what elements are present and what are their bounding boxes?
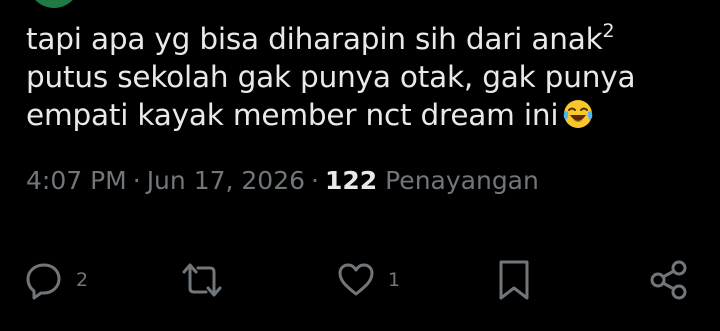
- tweet-text-line: empati kayak member nct dream ini: [26, 96, 706, 134]
- bookmark-button[interactable]: [496, 258, 532, 302]
- tweet-text-line-1: tapi apa yg bisa diharapin sih dari anak: [26, 22, 603, 56]
- tweet-text-line-2: putus sekolah gak punya otak, gak punya: [26, 60, 636, 94]
- tweet-text-line: tapi apa yg bisa diharapin sih dari anak…: [26, 20, 706, 58]
- reply-icon: [24, 260, 64, 300]
- bookmark-icon: [496, 259, 532, 301]
- meta-separator: ·: [132, 166, 141, 195]
- reply-button[interactable]: 2: [24, 258, 88, 302]
- views-label: Penayangan: [385, 166, 539, 195]
- heart-icon: [336, 260, 376, 300]
- meta-separator: ·: [311, 166, 319, 195]
- reply-count: 2: [76, 269, 89, 291]
- tweet-text: tapi apa yg bisa diharapin sih dari anak…: [26, 20, 706, 134]
- tweet-time[interactable]: 4:07 PM: [26, 166, 127, 195]
- face-with-tears-of-joy-icon: [562, 98, 594, 130]
- tweet-detail: tapi apa yg bisa diharapin sih dari anak…: [0, 0, 720, 331]
- share-button[interactable]: [648, 258, 690, 302]
- share-icon: [648, 259, 690, 301]
- action-bar: 2 1: [0, 258, 720, 302]
- tweet-text-line-3: empati kayak member nct dream ini: [26, 98, 559, 132]
- retweet-button[interactable]: [180, 258, 236, 302]
- retweet-icon: [180, 260, 224, 300]
- like-button[interactable]: 1: [336, 258, 400, 302]
- avatar[interactable]: [28, 0, 80, 8]
- views-count: 122: [324, 166, 378, 195]
- superscript-two: 2: [602, 20, 615, 42]
- like-count: 1: [388, 269, 401, 291]
- tweet-meta: 4:07 PM · Jun 17, 2026 · 122 Penayangan: [26, 163, 539, 199]
- tweet-date[interactable]: Jun 17, 2026: [147, 166, 305, 195]
- divider: [0, 224, 720, 225]
